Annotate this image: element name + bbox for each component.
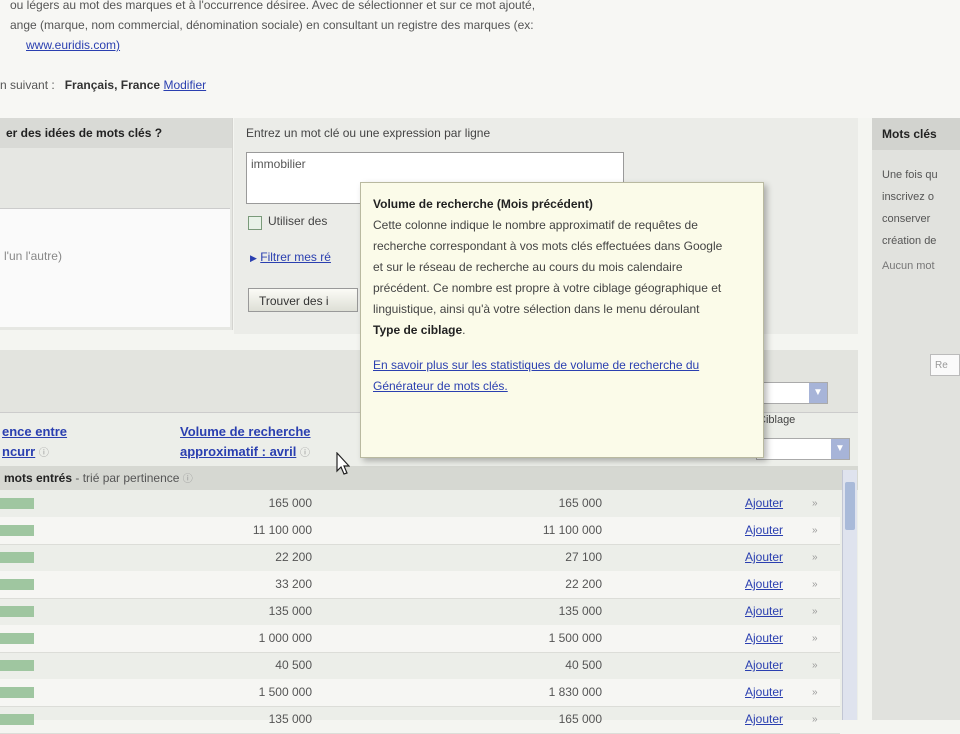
competition-bar bbox=[0, 633, 34, 644]
table-row: 1 000 000 1 500 000 Ajouter » bbox=[0, 625, 840, 653]
add-keyword-link[interactable]: Ajouter bbox=[745, 544, 783, 571]
search-volume-cell: 33 200 bbox=[275, 577, 312, 591]
sidebar-empty-note: Aucun mot bbox=[882, 260, 935, 272]
keyword-entry-label: Entrez un mot clé ou une expression par … bbox=[246, 126, 491, 140]
results-scrollbar[interactable] bbox=[842, 470, 857, 720]
chevron-down-icon[interactable]: ▼ bbox=[809, 383, 827, 403]
targeting-label: n suivant : bbox=[0, 78, 55, 92]
add-keyword-link[interactable]: Ajouter bbox=[745, 490, 783, 517]
local-volume-cell: 27 100 bbox=[565, 550, 602, 564]
registry-link[interactable]: www.euridis.com) bbox=[26, 38, 120, 52]
targeting-dropdown[interactable]: ▼ bbox=[756, 438, 850, 460]
competition-bar bbox=[0, 687, 34, 698]
table-row: 40 500 40 500 Ajouter » bbox=[0, 652, 840, 680]
search-volume-cell: 11 100 000 bbox=[252, 523, 312, 537]
table-row: 33 200 22 200 Ajouter » bbox=[0, 571, 840, 599]
table-row: 135 000 165 000 Ajouter» bbox=[0, 706, 840, 734]
find-keywords-button[interactable]: Trouver des i bbox=[248, 288, 358, 312]
group-header-row: mots entrés - trié par pertinence ⓘ bbox=[0, 466, 858, 490]
sidebar-search-input[interactable]: Re bbox=[930, 354, 960, 376]
columns-dropdown[interactable]: ▼ bbox=[760, 382, 828, 404]
modify-link[interactable]: Modifier bbox=[163, 78, 206, 92]
synonyms-checkbox[interactable] bbox=[248, 216, 262, 230]
expand-triangle-icon: ▶ bbox=[250, 253, 257, 263]
intro-line-1: ou légers au mot des marques et à l'occu… bbox=[10, 0, 536, 12]
scrollbar-thumb[interactable] bbox=[845, 482, 855, 530]
double-arrow-icon[interactable]: » bbox=[812, 490, 818, 517]
intro-section: ou légers au mot des marques et à l'occu… bbox=[0, 0, 960, 118]
mouse-cursor-icon bbox=[336, 452, 350, 475]
competition-bar bbox=[0, 660, 34, 671]
question-textarea[interactable]: l'un l'autre) bbox=[0, 208, 230, 327]
sidebar-description: Une fois qu inscrivez o conserver créati… bbox=[882, 169, 938, 247]
filter-results-link-text[interactable]: Filtrer mes ré bbox=[260, 250, 331, 264]
double-arrow-icon[interactable]: » bbox=[812, 652, 818, 679]
synonyms-label: Utiliser des bbox=[268, 214, 328, 228]
add-keyword-link[interactable]: Ajouter bbox=[745, 625, 783, 652]
add-keyword-link[interactable]: Ajouter bbox=[745, 652, 783, 679]
search-volume-cell: 22 200 bbox=[275, 550, 312, 564]
search-volume-cell: 135 000 bbox=[268, 604, 312, 618]
double-arrow-icon[interactable]: » bbox=[812, 517, 818, 544]
tooltip-body-bold: Type de ciblage bbox=[373, 323, 463, 337]
add-keyword-link[interactable]: Ajouter bbox=[745, 517, 783, 544]
sidebar-heading: Mots clés bbox=[872, 118, 960, 150]
column-header-search-volume[interactable]: Volume de recherche approximatif : avril… bbox=[180, 422, 311, 464]
search-volume-cell: 165 000 bbox=[268, 496, 312, 510]
search-volume-cell: 40 500 bbox=[275, 658, 312, 672]
local-volume-cell: 11 100 000 bbox=[542, 523, 602, 537]
search-volume-cell: 1 000 000 bbox=[258, 631, 312, 645]
table-row: 165 000 165 000 Ajouter » bbox=[0, 490, 840, 518]
double-arrow-icon[interactable]: » bbox=[812, 625, 818, 652]
add-keyword-link[interactable]: Ajouter bbox=[745, 679, 783, 706]
table-row: 1 500 000 1 830 000 Ajouter » bbox=[0, 679, 840, 707]
info-icon[interactable]: ⓘ bbox=[183, 474, 193, 485]
targeting-line: n suivant : Français, France Modifier bbox=[0, 78, 206, 92]
column-header-competition[interactable]: ence entre ncurr ⓘ bbox=[2, 422, 67, 464]
search-volume-tooltip: Volume de recherche (Mois précédent) Cet… bbox=[360, 182, 764, 458]
competition-bar bbox=[0, 525, 34, 536]
selected-keywords-sidebar: Mots clés Une fois qu inscrivez o conser… bbox=[872, 118, 960, 720]
search-volume-cell: 1 500 000 bbox=[258, 685, 312, 699]
double-arrow-icon[interactable]: » bbox=[812, 571, 818, 598]
competition-bar bbox=[0, 579, 34, 590]
add-keyword-link[interactable]: Ajouter bbox=[745, 571, 783, 598]
question-panel: er des idées de mots clés ? l'un l'autre… bbox=[0, 118, 233, 330]
local-volume-cell: 40 500 bbox=[565, 658, 602, 672]
tooltip-title: Volume de recherche (Mois précédent) bbox=[373, 197, 593, 211]
question-box-text: l'un l'autre) bbox=[4, 249, 62, 263]
intro-line-2: ange (marque, nom commercial, dénominati… bbox=[10, 18, 534, 32]
group-sort-note: - trié par pertinence bbox=[75, 471, 180, 485]
local-volume-cell: 165 000 bbox=[558, 496, 602, 510]
tooltip-learn-more-link[interactable]: En savoir plus sur les statistiques de v… bbox=[373, 355, 723, 397]
local-volume-cell: 1 830 000 bbox=[548, 685, 602, 699]
table-row: 135 000 135 000 Ajouter » bbox=[0, 598, 840, 626]
info-icon[interactable]: ⓘ bbox=[39, 448, 49, 459]
competition-bar bbox=[0, 552, 34, 563]
double-arrow-icon[interactable]: » bbox=[812, 544, 818, 571]
double-arrow-icon[interactable]: » bbox=[812, 679, 818, 706]
tooltip-body: Cette colonne indique le nombre approxim… bbox=[373, 218, 723, 337]
chevron-down-icon[interactable]: ▼ bbox=[831, 439, 849, 459]
local-volume-cell: 1 500 000 bbox=[548, 631, 602, 645]
targeting-value: Français, France bbox=[64, 78, 161, 92]
table-row: 11 100 000 11 100 000 Ajouter » bbox=[0, 517, 840, 545]
table-row: 22 200 27 100 Ajouter » bbox=[0, 544, 840, 572]
local-volume-cell: 135 000 bbox=[558, 604, 602, 618]
question-heading: er des idées de mots clés ? bbox=[0, 118, 232, 148]
tooltip-body-text: Cette colonne indique le nombre approxim… bbox=[373, 218, 723, 316]
info-icon[interactable]: ⓘ bbox=[300, 448, 310, 459]
competition-bar bbox=[0, 606, 34, 617]
filter-results-link[interactable]: ▶ Filtrer mes ré bbox=[250, 250, 331, 264]
double-arrow-icon[interactable]: » bbox=[812, 598, 818, 625]
group-label: mots entrés bbox=[4, 471, 73, 485]
add-keyword-link[interactable]: Ajouter bbox=[745, 598, 783, 625]
competition-bar bbox=[0, 498, 34, 509]
local-volume-cell: 22 200 bbox=[565, 577, 602, 591]
registry-link-text[interactable]: www.euridis.com) bbox=[26, 38, 120, 52]
